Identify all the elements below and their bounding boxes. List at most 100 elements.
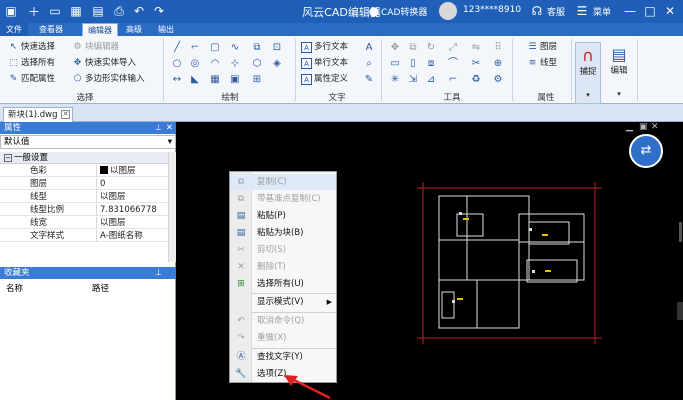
open-folder-icon[interactable]: ▭ [47,3,63,19]
menu-item-delete[interactable]: ✕ 删除(T) [230,259,336,275]
region-icon[interactable]: ◈ [271,58,283,70]
menu-item-paste-as-block[interactable]: ▤ 粘贴为块(B) [230,225,336,241]
edit-button[interactable]: ▤ 编辑 ▾ [606,42,632,104]
tab-file[interactable]: 文件 [0,23,28,36]
layers-button[interactable]: ☰ 图层 [527,40,557,55]
image-icon[interactable]: ▣ [229,74,241,86]
translate-icon[interactable]: ⇄ [629,134,663,168]
print-icon[interactable]: ⎙ [111,3,127,19]
grid-icon[interactable]: ⊞ [251,74,263,86]
close-icon[interactable]: ✕ [662,3,678,19]
text-style-icon[interactable]: A [363,42,375,54]
menu-link[interactable]: 菜单 [593,5,611,18]
general-section[interactable]: − 一般设置 [0,152,168,164]
text-edit-icon[interactable]: ✎ [363,74,375,86]
offset-icon[interactable]: ⧈ [425,58,437,70]
dimension-icon[interactable]: ↔ [171,74,183,86]
save-as-icon[interactable]: ▤ [90,3,106,19]
extend-icon[interactable]: ▯ [407,58,419,70]
prop-row-lineweight[interactable]: 线宽 以图层 [0,217,168,229]
minimize-icon[interactable]: — [622,3,638,19]
tab-advanced[interactable]: 高级 [120,23,148,36]
spline-icon[interactable]: ∿ [229,42,241,54]
tab-viewer[interactable]: 查看器 [33,23,69,36]
polygon-entity-input-button[interactable]: ⬠ 多边形实体输入 [72,72,145,87]
polyline-icon[interactable]: ⌐ [189,42,201,54]
prop-row-text-style[interactable]: 文字样式 A-图纸名称 [0,230,168,242]
avatar[interactable] [439,2,457,20]
menu-item-display-mode[interactable]: 显示模式(V) ▶ [230,294,336,310]
account-name[interactable]: 123****8910 [463,5,521,15]
chamfer-icon[interactable]: ⌐ [447,74,459,86]
block-editor-button[interactable]: ⚙ 块编辑器 [72,40,119,55]
line-icon[interactable]: ╱ [171,42,183,54]
canvas-restore-icon[interactable]: ▣ [639,122,648,132]
pin-icon[interactable]: ⊥ [155,122,162,134]
array-icon[interactable]: ⠿ [492,42,504,54]
scale-icon[interactable]: ⤢ [447,42,459,54]
find-text-icon[interactable]: ⌕ [363,58,375,70]
multiline-text-button[interactable]: A 多行文本 [301,40,348,55]
canvas-close-icon[interactable]: ✕ [651,122,659,132]
linetype-button[interactable]: ≡ 线型 [527,56,557,71]
polygon-draw-icon[interactable]: ⬡ [251,58,263,70]
cad-converter-link[interactable]: CAD转换器 [381,5,427,18]
rotate-icon[interactable]: ↻ [425,42,437,54]
circle-icon[interactable]: ○ [171,58,183,70]
menu-item-copy-with-base[interactable]: ⧉ 带基准点复制(C) [230,191,336,207]
menu-item-find-text[interactable]: Ⓐ 查找文字(Y) [230,349,336,365]
select-all-button[interactable]: ⬚ 选择所有 [8,56,55,71]
leader-icon[interactable]: ◣ [189,74,201,86]
rectangle-icon[interactable]: ▢ [209,42,221,54]
arc-icon[interactable]: ◠ [209,58,221,70]
save-icon[interactable]: ▦ [68,3,84,19]
maximize-icon[interactable]: □ [642,3,658,19]
close-tab-icon[interactable]: ✕ [61,110,70,119]
service-link[interactable]: 客服 [547,5,565,18]
table-draw-icon[interactable]: ▦ [209,74,221,86]
trim-icon[interactable]: ▭ [389,58,401,70]
close-panel-icon[interactable]: ✕ [166,122,173,134]
attribute-definition-button[interactable]: A 属性定义 [301,72,348,87]
measure-icon[interactable]: ⊿ [425,74,437,86]
canvas-minimize-icon[interactable]: ▁ [626,122,633,132]
move-icon[interactable]: ✥ [389,42,401,54]
single-line-text-button[interactable]: A 单行文本 [301,56,348,71]
tab-editor[interactable]: 编辑器 [82,23,118,36]
menu-item-paste[interactable]: ▤ 粘贴(P) [230,208,336,224]
menu-item-cut[interactable]: ✂ 剪切(S) [230,242,336,258]
purge-icon[interactable]: ♻ [470,74,482,86]
mirror-icon[interactable]: ⇋ [470,42,482,54]
favorites-col-path[interactable]: 路径 [92,282,109,294]
menu-item-redo[interactable]: ↷ 重做(X) [230,330,336,346]
redo-icon[interactable]: ↷ [151,3,167,19]
collapse-icon[interactable]: − [4,154,12,162]
prop-row-color[interactable]: 色彩 以图层 [0,165,168,177]
favorites-col-name[interactable]: 名称 [6,282,23,294]
prop-row-layer[interactable]: 图层 0 [0,178,168,190]
menu-item-select-all[interactable]: ⊞ 选择所有(U) [230,276,336,292]
quick-entity-import-button[interactable]: ✥ 快速实体导入 [72,56,136,71]
match-properties-button[interactable]: ✎ 匹配属性 [8,72,55,87]
undo-icon[interactable]: ↶ [131,3,147,19]
pin-icon[interactable]: ⊥ [155,267,162,279]
capture-button[interactable]: ∩ 捕捉 ▾ [575,42,601,104]
headset-icon[interactable]: ☊ [529,3,545,19]
menu-icon[interactable]: ☰ [574,3,590,19]
quick-select-button[interactable]: ↖ 快速选择 [8,40,55,55]
stretch-icon[interactable]: ⇲ [407,74,419,86]
join-icon[interactable]: ⊕ [492,58,504,70]
preset-select[interactable]: 默认值 ▾ [0,135,176,149]
ellipse-icon[interactable]: ◎ [189,58,201,70]
explode-icon[interactable]: ✳ [389,74,401,86]
menu-item-cancel-command[interactable]: ↶ 取消命令(Q) [230,313,336,329]
point-icon[interactable]: ⊹ [229,58,241,70]
tab-output[interactable]: 输出 [152,23,180,36]
prop-row-linetype-scale[interactable]: 线型比例 7.831066778 [0,204,168,216]
properties-tool-icon[interactable]: ⚙ [492,74,504,86]
menu-item-copy[interactable]: ⧉ 复制(C) [230,174,336,190]
document-tab[interactable]: 新块(1).dwg ✕ [3,107,73,122]
break-icon[interactable]: ✂ [470,58,482,70]
cad-converter-icon[interactable]: ● [366,3,382,19]
hatch-icon[interactable]: ⊡ [271,42,283,54]
